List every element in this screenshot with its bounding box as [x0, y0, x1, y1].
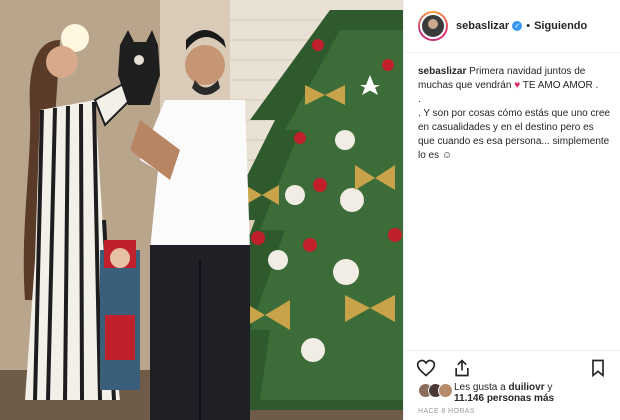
caption-text-part-2: TE AMO AMOR .: [522, 80, 599, 91]
post-timestamp: HACE 8 HORAS: [418, 408, 475, 415]
likes-text: Les gusta a duiliovr y 11.146 personas m…: [454, 382, 554, 404]
post-header: sebaslizar ✓ • Siguiendo: [404, 0, 620, 53]
heart-outline-icon[interactable]: [416, 358, 436, 378]
post-caption: sebaslizar Primera navidad juntos de muc…: [404, 53, 620, 163]
caption-username[interactable]: sebaslizar: [418, 66, 466, 77]
avatar-image: [420, 13, 446, 39]
verified-badge-icon: ✓: [512, 21, 523, 31]
likes-middle: y: [547, 382, 553, 393]
caption-line-2: .: [418, 94, 421, 105]
header-separator: •: [526, 20, 531, 32]
red-heart-icon: ♥: [514, 80, 521, 91]
post-photo[interactable]: [0, 0, 403, 420]
post-side-panel: sebaslizar ✓ • Siguiendo sebaslizar Prim…: [403, 0, 620, 420]
liker-avatars: [418, 383, 453, 398]
likes-summary: Les gusta a duiliovr y 11.146 personas m…: [418, 382, 554, 404]
liker-avatar: [438, 383, 453, 398]
avatar[interactable]: [418, 11, 448, 41]
christmas-photo-illustration: [0, 0, 403, 420]
caption-line-1: sebaslizar Primera navidad juntos de muc…: [418, 65, 610, 93]
caption-line-3: . Y son por cosas cómo estás que uno cre…: [418, 108, 610, 161]
likes-count[interactable]: 11.146 personas más: [454, 393, 554, 404]
instagram-post: sebaslizar ✓ • Siguiendo sebaslizar Prim…: [0, 0, 620, 420]
header-username[interactable]: sebaslizar: [456, 20, 509, 32]
likes-prefix: Les gusta a: [454, 382, 506, 393]
liker-username[interactable]: duiliovr: [509, 382, 545, 393]
bookmark-icon[interactable]: [588, 358, 608, 378]
post-actions-bar: [404, 350, 620, 384]
following-button[interactable]: Siguiendo: [534, 20, 587, 32]
share-icon[interactable]: [452, 358, 472, 378]
